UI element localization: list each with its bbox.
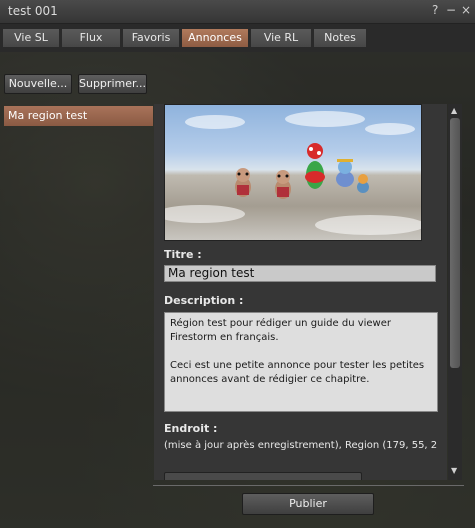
title-field[interactable]: Ma region test	[164, 265, 436, 282]
location-label: Endroit :	[164, 422, 218, 435]
title-bar: test 001 ? − ×	[0, 0, 475, 24]
description-label: Description :	[164, 294, 244, 307]
delete-classified-button[interactable]: Supprimer...	[78, 74, 147, 94]
detail-scrollbar[interactable]: ▲ ▼	[448, 104, 462, 480]
classified-list-item[interactable]: Ma region test	[4, 106, 153, 126]
mushroom-avatar-icon	[305, 143, 325, 189]
location-value: (mise à jour après enregistrement), Regi…	[164, 440, 438, 451]
description-paragraph: Ceci est une petite annonce pour tester …	[170, 360, 425, 385]
new-classified-button[interactable]: Nouvelle...	[4, 74, 72, 94]
window-title: test 001	[8, 4, 58, 18]
tab-flux[interactable]: Flux	[61, 28, 121, 48]
mouse-avatar-icon	[235, 168, 251, 197]
publish-button[interactable]: Publier	[242, 493, 374, 515]
tab-vie-sl[interactable]: Vie SL	[2, 28, 60, 48]
minimize-icon[interactable]: −	[446, 3, 456, 17]
classified-detail: Titre : Ma region test Description : Rég…	[154, 104, 447, 480]
description-paragraph: Région test pour rédiger un guide du vie…	[170, 318, 392, 343]
scroll-down-arrow-icon[interactable]: ▼	[451, 466, 457, 475]
tab-vie-rl[interactable]: Vie RL	[250, 28, 312, 48]
footer-divider	[153, 485, 464, 486]
hidden-action-button[interactable]	[164, 472, 362, 480]
creature-avatar-icon	[357, 174, 369, 193]
help-icon[interactable]: ?	[432, 3, 438, 17]
mouse-avatar-icon	[275, 170, 291, 199]
creature-avatar-icon	[336, 159, 354, 187]
description-textarea[interactable]: Région test pour rédiger un guide du vie…	[164, 312, 438, 412]
title-label: Titre :	[164, 248, 202, 261]
tab-favoris[interactable]: Favoris	[122, 28, 180, 48]
scroll-up-arrow-icon[interactable]: ▲	[451, 106, 457, 115]
close-icon[interactable]: ×	[461, 3, 471, 17]
avatars-graphic	[235, 143, 369, 199]
scroll-thumb[interactable]	[450, 118, 460, 368]
tab-notes[interactable]: Notes	[313, 28, 367, 48]
classified-snapshot-image[interactable]	[164, 104, 422, 241]
tab-annonces[interactable]: Annonces	[181, 28, 249, 48]
profile-tab-bar: Vie SL Flux Favoris Annonces Vie RL Note…	[0, 24, 475, 52]
